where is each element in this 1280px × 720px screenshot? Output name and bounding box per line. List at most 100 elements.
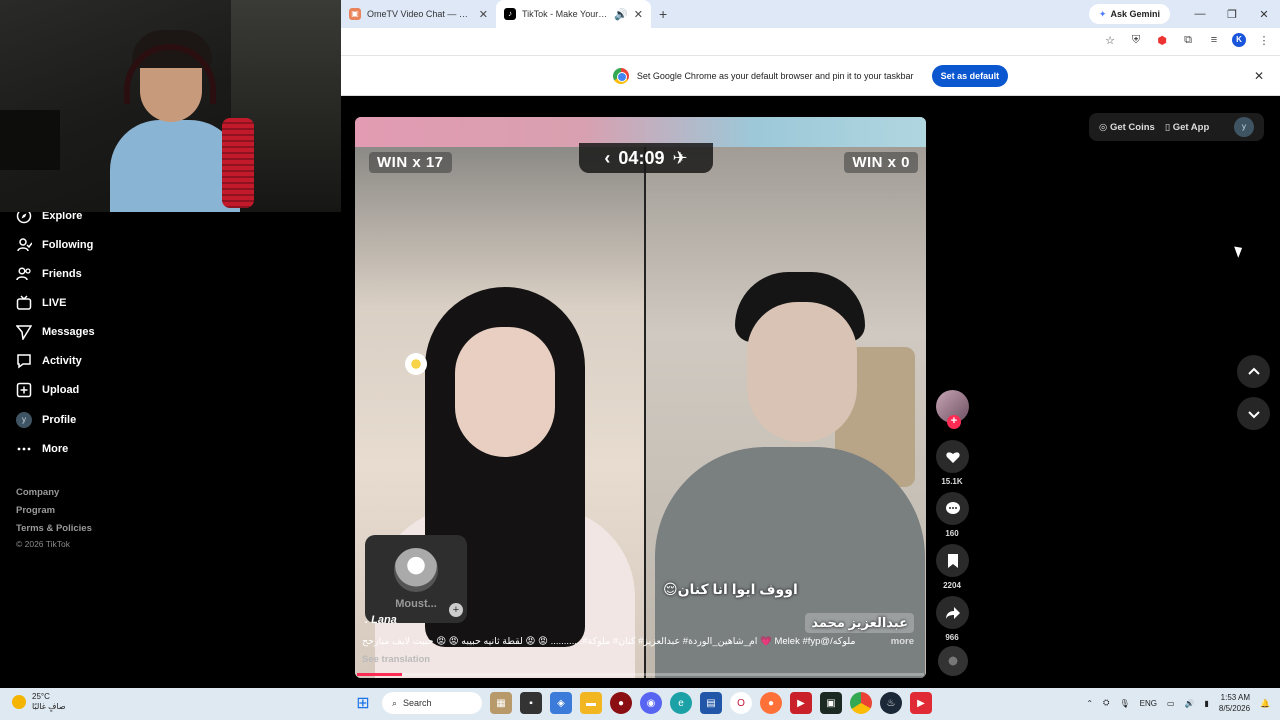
clock-date: 8/5/2026 [1218, 704, 1251, 713]
tab-ometv[interactable]: ▣ OmeTV Video Chat — Omegle ✕ [341, 0, 496, 28]
comment-icon [945, 501, 960, 514]
app-red3-icon[interactable]: ▶ [910, 692, 932, 714]
share-arrow-icon [945, 606, 960, 619]
sidebar-item-live[interactable]: LIVE [16, 293, 66, 313]
extensions-puzzle-icon[interactable]: ⧉ [1180, 32, 1196, 48]
sidebar-item-activity[interactable]: Activity [16, 351, 82, 371]
set-default-button[interactable]: Set as default [931, 64, 1009, 87]
get-app-button[interactable]: ▯ Get App [1165, 122, 1209, 133]
comment-button[interactable] [936, 492, 969, 525]
sidebar-item-following[interactable]: Following [16, 235, 93, 255]
share-button[interactable] [936, 596, 969, 629]
next-video-button[interactable] [1237, 397, 1270, 430]
sidebar-item-messages[interactable]: Messages [16, 322, 95, 342]
sidebar-item-label: More [42, 443, 69, 455]
adblock-icon[interactable]: ⬢ [1154, 32, 1170, 48]
like-button[interactable] [936, 440, 969, 473]
get-coins-button[interactable]: ◎ Get Coins [1099, 122, 1155, 133]
infobar-close-icon[interactable]: ✕ [1254, 69, 1264, 83]
guest-avatar-card: Moust... + [365, 535, 467, 623]
weather-widget[interactable]: 25°C صافٍ غالبًا [12, 692, 66, 712]
phone-icon: ▯ [1164, 121, 1171, 133]
app-red2-icon[interactable]: ▶ [790, 692, 812, 714]
app-blue-icon[interactable]: ▤ [700, 692, 722, 714]
edge-icon[interactable]: e [670, 692, 692, 714]
footer-link-program[interactable]: Program [16, 505, 55, 516]
video-boy-face [747, 302, 857, 442]
tab-close-icon[interactable]: ✕ [634, 8, 643, 21]
video-name-label: عبدالعزيز محمد [805, 613, 914, 633]
see-translation-link[interactable]: See translation [362, 654, 430, 665]
opera-icon[interactable]: O [730, 692, 752, 714]
ask-gemini-button[interactable]: ✦ Ask Gemini [1088, 4, 1170, 24]
close-window-icon[interactable]: ✕ [1248, 8, 1280, 21]
taskbar-apps: ⊞ ⌕ Search ▦ ▪ ◈ ▬ ● ◉ e ▤ O ● ▶ ▣ ♨ ▶ [352, 692, 932, 714]
extension-shield-icon[interactable]: ⛨ [1128, 32, 1144, 48]
previous-video-button[interactable] [1237, 355, 1270, 388]
address-bar[interactable]: ☆ ⛨ ⬢ ⧉ ≡ K ⋮ [341, 28, 1280, 56]
chrome-icon[interactable] [850, 692, 872, 714]
notification-icon[interactable]: 🔔 [1260, 699, 1270, 708]
sidebar-item-label: Friends [42, 268, 82, 280]
activity-icon [17, 354, 31, 369]
tray-chevron-icon[interactable]: ⌃ [1086, 699, 1093, 708]
new-tab-button[interactable]: + [651, 6, 675, 22]
guest-name: Moust... [395, 598, 437, 610]
default-browser-infobar: Set Google Chrome as your default browse… [341, 56, 1280, 96]
timer-value: 04:09 [618, 147, 665, 168]
language-indicator[interactable]: ENG [1140, 699, 1157, 708]
sidebar-item-upload[interactable]: Upload [16, 380, 79, 400]
chevron-left-icon: ‹ [604, 147, 611, 168]
terminal-icon[interactable]: ▪ [520, 692, 542, 714]
save-button[interactable] [936, 544, 969, 577]
chevron-down-icon [1247, 410, 1260, 418]
music-disc-icon[interactable] [938, 646, 968, 676]
app-dark-icon[interactable]: ▣ [820, 692, 842, 714]
minimize-icon[interactable]: — [1184, 8, 1216, 20]
creator-avatar[interactable]: + [936, 390, 969, 429]
tray-app-icon[interactable]: ⛭ [1103, 698, 1109, 708]
footer-link-terms[interactable]: Terms & Policies [16, 523, 92, 534]
webcam-shelf [0, 110, 60, 170]
restore-icon[interactable]: ❐ [1216, 8, 1248, 21]
description-text: ملوكه/@Melek #fyp 💗 ام_شاهين_الوردة# عبد… [362, 636, 856, 647]
video-author[interactable]: . Lana [365, 614, 397, 626]
tab-audio-icon[interactable]: 🔊 [614, 8, 628, 21]
follow-plus-icon[interactable]: + [449, 603, 463, 617]
steam-icon[interactable]: ♨ [880, 692, 902, 714]
display-icon[interactable]: ▭ [1167, 699, 1175, 708]
file-explorer-icon[interactable]: ▬ [580, 692, 602, 714]
windows-start-icon[interactable]: ⊞ [352, 692, 374, 714]
battery-icon[interactable]: ▮ [1204, 699, 1208, 708]
tab-tiktok[interactable]: ♪ TikTok - Make Your Day 🔊 ✕ [496, 0, 651, 28]
discord-icon[interactable]: ◉ [640, 692, 662, 714]
sidebar-item-profile[interactable]: y Profile [16, 410, 76, 430]
sidebar-item-label: Activity [42, 355, 82, 367]
more-icon [17, 447, 31, 451]
media-control-icon[interactable]: ≡ [1206, 32, 1222, 48]
widgets-icon[interactable]: ▦ [490, 692, 512, 714]
follow-creator-icon[interactable]: + [947, 415, 961, 429]
bookmark-star-icon[interactable]: ☆ [1102, 32, 1118, 48]
copyright-text: © 2026 TikTok [16, 539, 70, 549]
chrome-profile-avatar[interactable]: K [1232, 33, 1246, 47]
tab-title: OmeTV Video Chat — Omegle [367, 9, 473, 19]
user-avatar[interactable]: y [1234, 117, 1254, 137]
video-split-divider [644, 147, 646, 678]
more-link[interactable]: more [891, 636, 914, 647]
top-right-actions: ◎ Get Coins ▯ Get App y [1089, 113, 1264, 141]
footer-link-company[interactable]: Company [16, 487, 59, 498]
sidebar-item-more[interactable]: More [16, 439, 68, 459]
video-player[interactable]: WIN x 17 WIN x 0 ‹ 04:09 ✈ Moust... + او… [355, 117, 926, 678]
app-red-icon[interactable]: ● [610, 692, 632, 714]
app-store-icon[interactable]: ◈ [550, 692, 572, 714]
taskbar-search[interactable]: ⌕ Search [382, 692, 482, 714]
tray-mic-icon[interactable]: 🎙 [1119, 699, 1129, 708]
video-progress-bar[interactable] [357, 673, 924, 676]
sidebar-item-friends[interactable]: Friends [16, 264, 82, 284]
taskbar-clock[interactable]: 1:53 AM 8/5/2026 [1219, 692, 1250, 714]
tab-close-icon[interactable]: ✕ [479, 8, 488, 21]
firefox-icon[interactable]: ● [760, 692, 782, 714]
volume-icon[interactable]: 🔊 [1185, 699, 1195, 708]
chrome-menu-icon[interactable]: ⋮ [1256, 32, 1272, 48]
